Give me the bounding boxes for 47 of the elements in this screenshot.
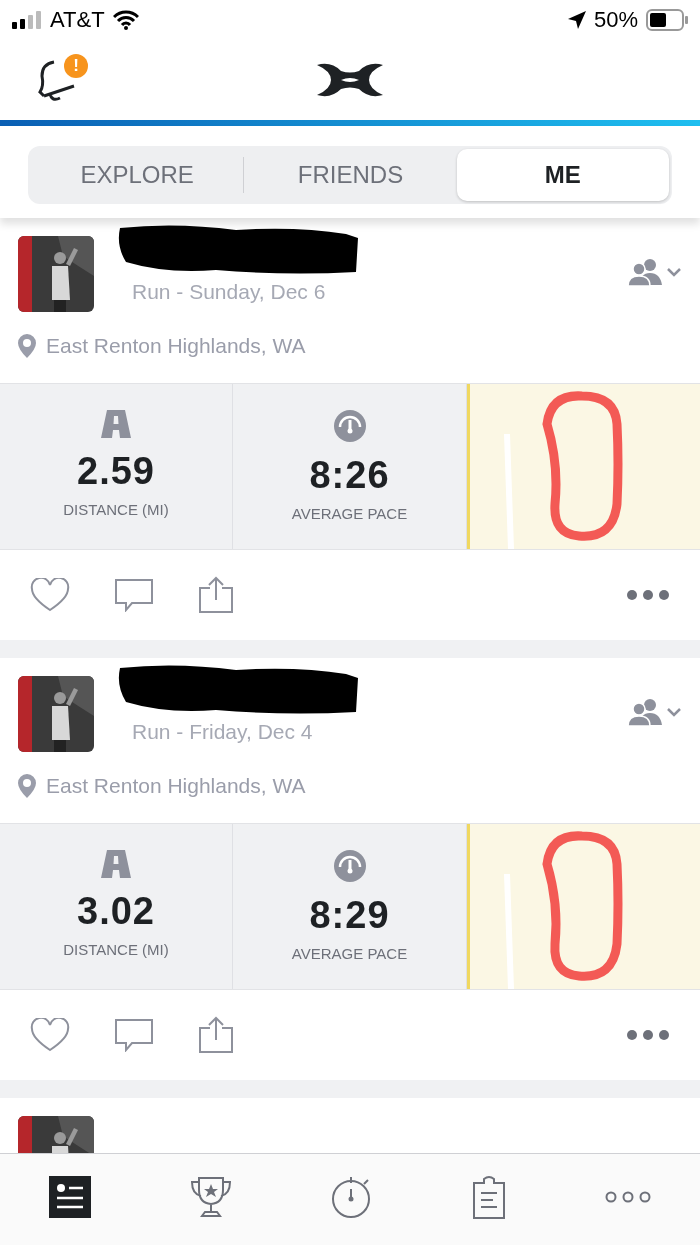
activity-subtitle: Run - Sunday, Dec 6	[132, 280, 326, 304]
nav-tab[interactable]	[49, 1175, 92, 1218]
comment-icon[interactable]	[114, 1018, 154, 1052]
location-text: East Renton Highlands, WA	[46, 333, 306, 358]
tab[interactable]: ME	[456, 149, 669, 201]
tab[interactable]: FRIENDS	[244, 149, 457, 201]
road-icon	[101, 850, 131, 878]
share-icon[interactable]	[198, 1016, 234, 1054]
heart-icon[interactable]	[30, 1018, 70, 1052]
stat-label: AVERAGE PACE	[291, 505, 408, 522]
clipboard-icon	[471, 1174, 506, 1219]
location-arrow-icon	[567, 11, 586, 29]
feed-icon	[49, 1175, 92, 1218]
friends-icon[interactable]	[628, 698, 662, 726]
more-options-icon[interactable]	[626, 589, 670, 601]
battery-icon	[646, 9, 688, 31]
friends-icon[interactable]	[628, 258, 662, 286]
carrier-name: AT&T	[50, 7, 105, 33]
tab[interactable]: EXPLORE	[31, 149, 244, 201]
stat-value: 8:26	[309, 454, 390, 497]
gauge-icon	[333, 850, 366, 882]
chevron-down-icon[interactable]	[666, 707, 682, 717]
wifi-icon	[112, 10, 139, 30]
notification-badge: !	[64, 54, 88, 78]
trophy-icon	[190, 1175, 233, 1218]
location-text: East Renton Highlands, WA	[46, 773, 306, 798]
more-options-icon[interactable]	[626, 1029, 670, 1041]
road-icon	[101, 410, 131, 438]
location-pin-icon	[18, 773, 36, 798]
activity-subtitle: Run - Friday, Dec 4	[132, 720, 313, 744]
stat-label: AVERAGE PACE	[291, 945, 408, 962]
battery-percent: 50%	[593, 7, 638, 33]
logo-icon	[317, 61, 383, 99]
more-icon	[604, 1190, 651, 1203]
share-icon[interactable]	[198, 576, 234, 614]
signal-icon	[12, 11, 42, 29]
stat-value: 8:29	[309, 894, 390, 937]
comment-icon[interactable]	[114, 578, 154, 612]
stopwatch-icon	[331, 1174, 373, 1219]
stat-value: 2.59	[77, 450, 155, 493]
heart-icon[interactable]	[30, 578, 70, 612]
stat-value: 3.02	[77, 890, 155, 933]
location-pin-icon	[18, 333, 36, 358]
chevron-down-icon[interactable]	[666, 267, 682, 277]
gauge-icon	[333, 410, 366, 442]
stat-label: DISTANCE (MI)	[63, 501, 169, 518]
stat-label: DISTANCE (MI)	[63, 941, 169, 958]
